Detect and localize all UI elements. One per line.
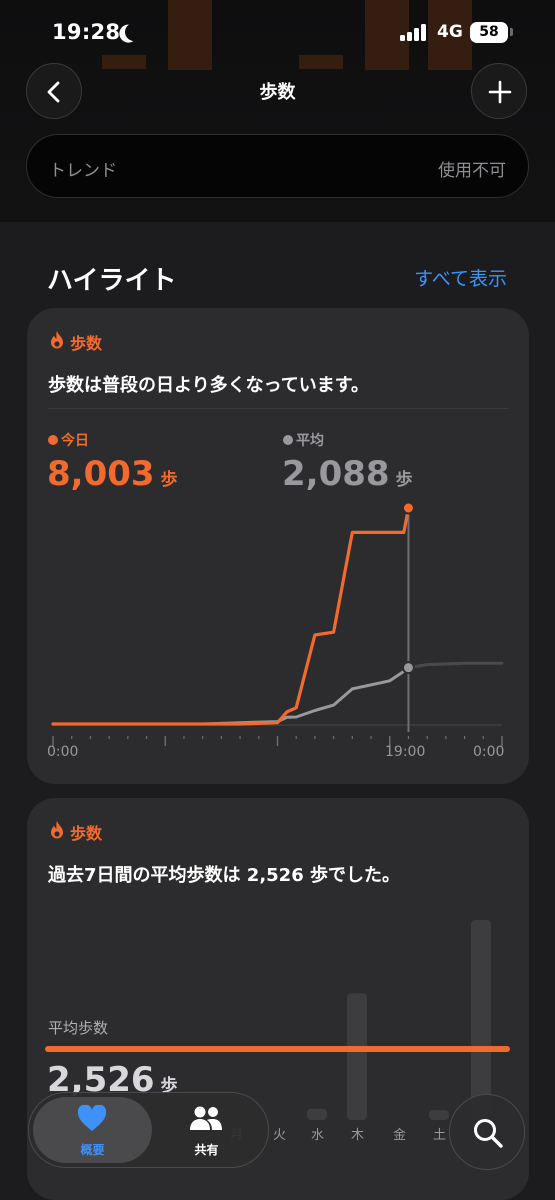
day-label: 木 — [351, 1128, 365, 1143]
tab-overview[interactable]: 概要 — [33, 1093, 152, 1167]
x-tick-label: 0:00 — [47, 744, 79, 760]
average-series-line — [51, 666, 410, 726]
heart-icon — [77, 1105, 107, 1131]
battery-tip — [510, 28, 513, 36]
steps-line-chart — [51, 501, 504, 746]
day-label: 土 — [433, 1128, 447, 1143]
trend-status: 使用不可 — [438, 161, 506, 181]
average-current-point — [401, 661, 415, 675]
show-all-link[interactable]: すべて表示 — [414, 264, 507, 291]
day-bar — [347, 993, 367, 1120]
average-series-line-future — [407, 661, 504, 670]
day-bar — [429, 1110, 449, 1120]
tab-overview-label: 概要 — [80, 1143, 105, 1157]
day-label: 火 — [273, 1128, 287, 1143]
tab-share[interactable]: 共有 — [147, 1093, 266, 1167]
search-button[interactable] — [449, 1094, 525, 1170]
plus-icon — [488, 80, 512, 104]
day-label: 水 — [311, 1128, 325, 1143]
status-time: 19:28 — [52, 20, 121, 44]
average-steps-label: 平均歩数 — [48, 1019, 109, 1037]
battery-icon: 58 — [470, 22, 508, 43]
network-type: 4G — [437, 22, 463, 42]
x-tick-label: 0:00 — [473, 744, 505, 760]
today-current-point — [401, 501, 415, 515]
signal-icon — [400, 24, 430, 41]
focus-moon-icon — [123, 21, 145, 43]
people-icon — [190, 1106, 222, 1130]
status-bar: 19:28 4G 58 — [0, 0, 555, 64]
search-icon — [474, 1119, 503, 1148]
day-bar — [307, 1108, 327, 1120]
trend-row[interactable]: トレンド 使用不可 — [26, 134, 529, 198]
tab-share-label: 共有 — [194, 1143, 219, 1157]
day-label: 金 — [393, 1128, 407, 1143]
today-series-line — [51, 506, 411, 726]
trend-label: トレンド — [49, 161, 117, 181]
x-tick-label: 19:00 — [385, 744, 426, 760]
day-bar — [471, 920, 491, 1120]
add-button[interactable] — [471, 63, 527, 119]
highlights-title: ハイライト — [47, 266, 177, 296]
highlight-card-today-vs-average[interactable]: 歩数 歩数は普段の日より多くなっています。 今日 平均 8,003 歩 2,088… — [27, 308, 529, 784]
tab-bar: 概要 共有 — [28, 1092, 269, 1168]
